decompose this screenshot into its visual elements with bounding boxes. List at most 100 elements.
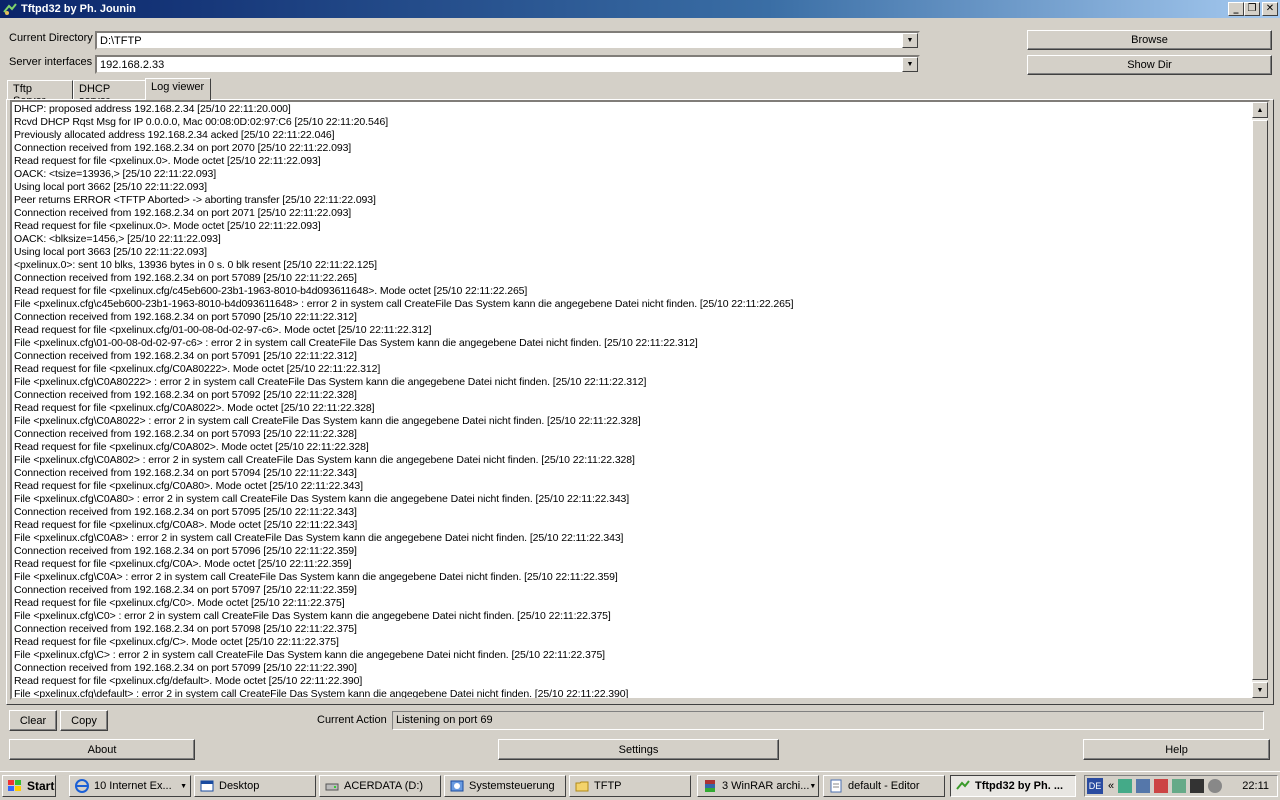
tab-tftp-server[interactable]: Tftp Server: [7, 80, 73, 107]
log-line[interactable]: Using local port 3662 [25/10 22:11:22.09…: [14, 181, 1250, 194]
log-line[interactable]: File <pxelinux.cfg\C0> : error 2 in syst…: [14, 610, 1250, 623]
current-directory-label: Current Directory: [9, 32, 93, 44]
log-line[interactable]: Read request for file <pxelinux.cfg/c45e…: [14, 285, 1250, 298]
current-action-label: Current Action: [317, 714, 387, 726]
log-line[interactable]: Read request for file <pxelinux.0>. Mode…: [14, 155, 1250, 168]
scroll-up-icon[interactable]: ▲: [1252, 102, 1268, 118]
log-line[interactable]: Read request for file <pxelinux.0>. Mode…: [14, 220, 1250, 233]
taskbar-item-label: Desktop: [219, 780, 260, 792]
log-line[interactable]: File <pxelinux.cfg\default> : error 2 in…: [14, 688, 1250, 698]
tftpd32-app-icon: [3, 2, 17, 16]
log-line[interactable]: Connection received from 192.168.2.34 on…: [14, 428, 1250, 441]
scroll-thumb[interactable]: [1252, 120, 1268, 680]
browse-button[interactable]: Browse: [1027, 30, 1272, 50]
log-line[interactable]: Using local port 3663 [25/10 22:11:22.09…: [14, 246, 1250, 259]
chevron-down-icon[interactable]: ▼: [902, 33, 918, 48]
taskbar-item-winrar[interactable]: 3 WinRAR archi... ▼: [697, 775, 819, 797]
minimize-button[interactable]: _: [1228, 2, 1244, 16]
taskbar-item-label: Tftpd32 by Ph. ...: [975, 780, 1064, 792]
language-indicator[interactable]: DE: [1087, 778, 1103, 794]
start-label: Start: [27, 779, 55, 793]
log-line[interactable]: File <pxelinux.cfg\C0A80> : error 2 in s…: [14, 493, 1250, 506]
log-line[interactable]: Read request for file <pxelinux.cfg/01-0…: [14, 324, 1250, 337]
tab-dhcp-server[interactable]: DHCP server: [73, 80, 146, 107]
log-line[interactable]: Connection received from 192.168.2.34 on…: [14, 142, 1250, 155]
log-line[interactable]: OACK: <tsize=13936,> [25/10 22:11:22.093…: [14, 168, 1250, 181]
log-line[interactable]: OACK: <blksize=1456,> [25/10 22:11:22.09…: [14, 233, 1250, 246]
log-line[interactable]: Connection received from 192.168.2.34 on…: [14, 506, 1250, 519]
log-line[interactable]: Read request for file <pxelinux.cfg/C0A8…: [14, 363, 1250, 376]
copy-button[interactable]: Copy: [60, 710, 108, 731]
taskbar-item-systemsteuerung[interactable]: Systemsteuerung: [444, 775, 566, 797]
network-icon[interactable]: [1118, 779, 1133, 793]
restore-button[interactable]: ❐: [1244, 2, 1260, 16]
taskbar-item-label: 3 WinRAR archi...: [722, 780, 810, 792]
tray-app-icon[interactable]: [1172, 779, 1187, 793]
log-line[interactable]: Previously allocated address 192.168.2.3…: [14, 129, 1250, 142]
tray-expand-icon[interactable]: «: [1108, 780, 1114, 792]
log-line[interactable]: File <pxelinux.cfg\C0A8> : error 2 in sy…: [14, 532, 1250, 545]
log-line[interactable]: Read request for file <pxelinux.cfg/C0A8…: [14, 402, 1250, 415]
log-line[interactable]: Read request for file <pxelinux.cfg/C0A8…: [14, 480, 1250, 493]
log-line[interactable]: File <pxelinux.cfg\C> : error 2 in syste…: [14, 649, 1250, 662]
log-line[interactable]: File <pxelinux.cfg\C0A802> : error 2 in …: [14, 454, 1250, 467]
vertical-scrollbar[interactable]: ▲ ▼: [1252, 102, 1268, 698]
log-line[interactable]: <pxelinux.0>: sent 10 blks, 13936 bytes …: [14, 259, 1250, 272]
log-line[interactable]: Read request for file <pxelinux.cfg/defa…: [14, 675, 1250, 688]
tab-log-viewer[interactable]: Log viewer: [145, 78, 211, 100]
settings-button[interactable]: Settings: [498, 739, 779, 760]
taskbar-item-label: default - Editor: [848, 780, 920, 792]
title-bar[interactable]: Tftpd32 by Ph. Jounin _ ❐ ✕: [0, 0, 1280, 18]
taskbar-item-label: 10 Internet Ex...: [94, 780, 172, 792]
log-line[interactable]: Read request for file <pxelinux.cfg/C0A8…: [14, 441, 1250, 454]
log-line[interactable]: Connection received from 192.168.2.34 on…: [14, 662, 1250, 675]
security-alert-icon[interactable]: [1154, 779, 1169, 793]
current-directory-value: D:\TFTP: [100, 34, 142, 47]
log-line[interactable]: File <pxelinux.cfg\C0A> : error 2 in sys…: [14, 571, 1250, 584]
volume-icon[interactable]: [1208, 779, 1223, 793]
log-line[interactable]: Connection received from 192.168.2.34 on…: [14, 623, 1250, 636]
log-line[interactable]: Connection received from 192.168.2.34 on…: [14, 207, 1250, 220]
taskbar-item-label: Systemsteuerung: [469, 780, 555, 792]
current-directory-combo[interactable]: D:\TFTP ▼: [95, 31, 920, 50]
connection-icon[interactable]: [1136, 779, 1151, 793]
current-action-value: Listening on port 69: [392, 711, 1264, 730]
log-line[interactable]: Connection received from 192.168.2.34 on…: [14, 272, 1250, 285]
log-line[interactable]: Connection received from 192.168.2.34 on…: [14, 467, 1250, 480]
log-line[interactable]: Read request for file <pxelinux.cfg/C0A>…: [14, 558, 1250, 571]
log-line[interactable]: Rcvd DHCP Rqst Msg for IP 0.0.0.0, Mac 0…: [14, 116, 1250, 129]
log-line[interactable]: File <pxelinux.cfg\C0A8022> : error 2 in…: [14, 415, 1250, 428]
log-line[interactable]: Peer returns ERROR <TFTP Aborted> -> abo…: [14, 194, 1250, 207]
log-line[interactable]: Read request for file <pxelinux.cfg/C>. …: [14, 636, 1250, 649]
help-button[interactable]: Help: [1083, 739, 1270, 760]
log-line[interactable]: Connection received from 192.168.2.34 on…: [14, 584, 1250, 597]
taskbar: Start 10 Internet Ex... ▼ Desktop ACERDA…: [0, 771, 1280, 800]
clock: 22:11: [1242, 780, 1269, 792]
about-button[interactable]: About: [9, 739, 195, 760]
log-list[interactable]: DHCP: proposed address 192.168.2.34 [25/…: [10, 100, 1270, 700]
close-button[interactable]: ✕: [1262, 2, 1278, 16]
log-line[interactable]: Read request for file <pxelinux.cfg/C0A8…: [14, 519, 1250, 532]
log-line[interactable]: Connection received from 192.168.2.34 on…: [14, 545, 1250, 558]
taskbar-item-tftp[interactable]: TFTP: [569, 775, 691, 797]
log-line[interactable]: File <pxelinux.cfg\C0A80222> : error 2 i…: [14, 376, 1250, 389]
taskbar-item-tftpd32[interactable]: Tftpd32 by Ph. ...: [950, 775, 1076, 797]
display-icon[interactable]: [1190, 779, 1205, 793]
clear-button[interactable]: Clear: [9, 710, 57, 731]
log-line[interactable]: Connection received from 192.168.2.34 on…: [14, 389, 1250, 402]
log-line[interactable]: DHCP: proposed address 192.168.2.34 [25/…: [14, 103, 1250, 116]
show-dir-button[interactable]: Show Dir: [1027, 55, 1272, 75]
log-line[interactable]: File <pxelinux.cfg\01-00-08-0d-02-97-c6>…: [14, 337, 1250, 350]
log-line[interactable]: Read request for file <pxelinux.cfg/C0>.…: [14, 597, 1250, 610]
log-line[interactable]: Connection received from 192.168.2.34 on…: [14, 311, 1250, 324]
taskbar-item-acerdata[interactable]: ACERDATA (D:): [319, 775, 441, 797]
taskbar-item-desktop[interactable]: Desktop: [194, 775, 316, 797]
chevron-down-icon[interactable]: ▼: [902, 57, 918, 72]
start-button[interactable]: Start: [2, 775, 56, 797]
scroll-down-icon[interactable]: ▼: [1252, 682, 1268, 698]
server-interfaces-combo[interactable]: 192.168.2.33 ▼: [95, 55, 920, 74]
taskbar-item-internet-explorer[interactable]: 10 Internet Ex... ▼: [69, 775, 191, 797]
taskbar-item-editor[interactable]: default - Editor: [823, 775, 945, 797]
log-line[interactable]: File <pxelinux.cfg\c45eb600-23b1-1963-80…: [14, 298, 1250, 311]
log-line[interactable]: Connection received from 192.168.2.34 on…: [14, 350, 1250, 363]
